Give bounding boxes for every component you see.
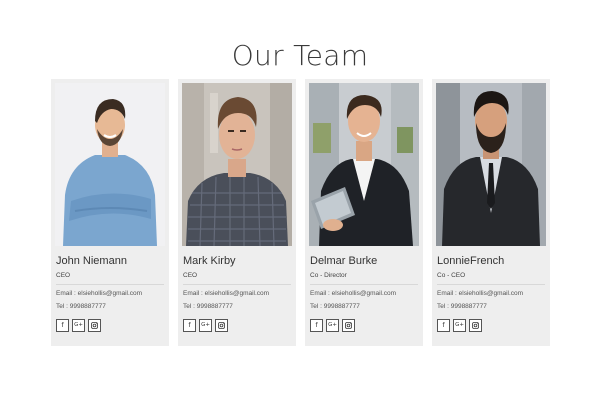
member-photo: [182, 83, 292, 246]
facebook-icon[interactable]: f: [56, 319, 69, 332]
member-role: Co - Director: [310, 272, 347, 279]
social-links: f G+: [183, 319, 231, 333]
member-role: CEO: [183, 272, 198, 279]
member-name: LonnieFrench: [437, 255, 505, 267]
member-email: Email : elsiehollis@gmail.com: [183, 290, 270, 297]
social-links: f G+: [437, 319, 485, 333]
member-photo: [436, 83, 546, 246]
instagram-icon[interactable]: [342, 319, 355, 332]
team-card-mark-kirby: Mark Kirby CEO Email : elsiehollis@gmail…: [178, 79, 296, 346]
member-name: Mark Kirby: [183, 255, 236, 267]
google-plus-icon[interactable]: G+: [326, 319, 339, 332]
instagram-icon[interactable]: [215, 319, 228, 332]
member-name: Delmar Burke: [310, 255, 378, 267]
team-section: Our Team John Niemann CEO Email: elsieh…: [0, 0, 600, 400]
member-phone: Tel : 9998887777: [183, 303, 233, 310]
team-card-delmar-burke: Delmar Burke Co - Director Email : elsie…: [305, 79, 423, 346]
google-plus-icon[interactable]: G+: [199, 319, 212, 332]
team-card-john-niemann: John Niemann CEO Email : elsiehollis@gma…: [51, 79, 169, 346]
member-phone: Tel : 9998887777: [437, 303, 487, 310]
divider: [183, 284, 291, 285]
social-links: f G+: [56, 319, 104, 333]
social-links: f G+: [310, 319, 358, 333]
team-card-lonnie-french: LonnieFrench Co - CEO Email : elsieholli…: [432, 79, 550, 346]
divider: [56, 284, 164, 285]
member-name: John Niemann: [56, 255, 127, 267]
member-email: Email : elsiehollis@gmail.com: [310, 290, 397, 297]
section-title: Our Team: [231, 39, 369, 72]
facebook-icon[interactable]: f: [437, 319, 450, 332]
member-role: Co - CEO: [437, 272, 466, 279]
member-photo: [309, 83, 419, 246]
facebook-icon[interactable]: f: [183, 319, 196, 332]
member-phone: Tel : 9998887777: [310, 303, 360, 310]
instagram-icon[interactable]: [469, 319, 482, 332]
google-plus-icon[interactable]: G+: [453, 319, 466, 332]
member-email: Email : elsiehollis@gmail.com: [437, 290, 524, 297]
member-phone: Tel : 9998887777: [56, 303, 106, 310]
member-email: Email : elsiehollis@gmail.com: [56, 290, 143, 297]
facebook-icon[interactable]: f: [310, 319, 323, 332]
instagram-icon[interactable]: [88, 319, 101, 332]
divider: [310, 284, 418, 285]
member-photo: [55, 83, 165, 246]
member-role: CEO: [56, 272, 71, 279]
google-plus-icon[interactable]: G+: [72, 319, 85, 332]
team-cards: John Niemann CEO Email : elsiehollis@gma…: [51, 79, 551, 346]
divider: [437, 284, 545, 285]
